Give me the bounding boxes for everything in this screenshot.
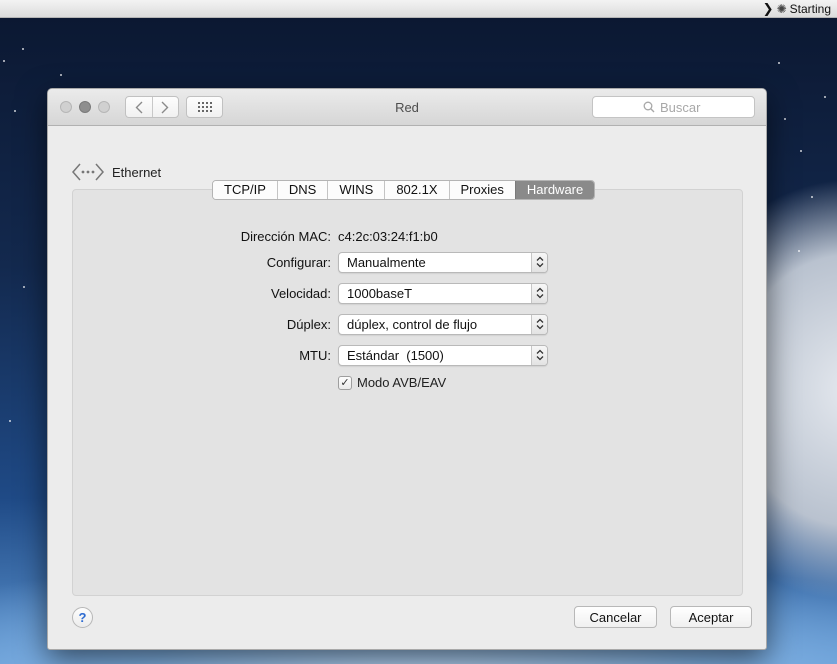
menubar-status[interactable]: ❯ ✺ Starting bbox=[763, 1, 831, 17]
tab-dns[interactable]: DNS bbox=[276, 181, 328, 199]
configure-row: Configurar: Manualmente bbox=[48, 251, 766, 273]
network-preferences-window: Red Ethernet TCP/IP DNS WINS 802.1X Prox… bbox=[47, 88, 767, 650]
avb-mode-label: Modo AVB/EAV bbox=[357, 375, 447, 390]
search-field[interactable] bbox=[592, 96, 755, 118]
speed-popup[interactable]: 1000baseT bbox=[338, 282, 548, 304]
duplex-value: dúplex, control de flujo bbox=[347, 316, 478, 332]
duplex-popup[interactable]: dúplex, control de flujo bbox=[338, 313, 548, 335]
configure-value: Manualmente bbox=[347, 254, 426, 270]
tab-8021x[interactable]: 802.1X bbox=[384, 181, 449, 199]
menu-bar: ❯ ✺ Starting bbox=[0, 0, 837, 18]
ethernet-breadcrumb[interactable]: Ethernet bbox=[72, 162, 161, 182]
popup-arrows-icon bbox=[531, 252, 547, 272]
mtu-value: Estándar (1500) bbox=[347, 347, 444, 363]
popup-arrows-icon bbox=[531, 314, 547, 334]
search-icon bbox=[643, 101, 655, 113]
spinner-icon: ✺ bbox=[776, 2, 787, 16]
speed-row: Velocidad: 1000baseT bbox=[48, 282, 766, 304]
checkmark-icon[interactable]: ✓ bbox=[338, 375, 352, 390]
tab-proxies[interactable]: Proxies bbox=[448, 181, 515, 199]
duplex-label: Dúplex: bbox=[286, 316, 331, 332]
title-bar: Red bbox=[48, 89, 766, 126]
mtu-label: MTU: bbox=[299, 347, 331, 363]
menubar-status-text: Starting bbox=[789, 2, 831, 16]
chevron-right-icon: ❯ bbox=[762, 1, 774, 16]
mac-label: Dirección MAC: bbox=[240, 228, 331, 244]
ethernet-icon bbox=[72, 163, 104, 181]
mtu-row: MTU: Estándar (1500) bbox=[48, 344, 766, 366]
tab-bar: TCP/IP DNS WINS 802.1X Proxies Hardware bbox=[212, 180, 596, 200]
popup-arrows-icon bbox=[531, 345, 547, 365]
mac-value: c4:2c:03:24:f1:b0 bbox=[338, 228, 438, 244]
search-input[interactable] bbox=[660, 99, 704, 115]
ethernet-label: Ethernet bbox=[112, 164, 162, 180]
popup-arrows-icon bbox=[531, 283, 547, 303]
cancel-button[interactable]: Cancelar bbox=[574, 606, 657, 628]
mtu-popup[interactable]: Estándar (1500) bbox=[338, 344, 548, 366]
tab-wins[interactable]: WINS bbox=[327, 181, 385, 199]
help-button[interactable]: ? bbox=[72, 607, 93, 628]
configure-label: Configurar: bbox=[266, 254, 331, 270]
ok-button[interactable]: Aceptar bbox=[670, 606, 752, 628]
tab-hardware[interactable]: Hardware bbox=[514, 181, 595, 199]
tab-tcpip[interactable]: TCP/IP bbox=[213, 181, 277, 199]
duplex-row: Dúplex: dúplex, control de flujo bbox=[48, 313, 766, 335]
avb-mode-checkbox[interactable]: ✓ Modo AVB/EAV bbox=[338, 375, 446, 390]
mac-row: Dirección MAC: c4:2c:03:24:f1:b0 bbox=[48, 225, 766, 247]
speed-value: 1000baseT bbox=[347, 285, 413, 301]
speed-label: Velocidad: bbox=[271, 285, 331, 301]
configure-popup[interactable]: Manualmente bbox=[338, 251, 548, 273]
